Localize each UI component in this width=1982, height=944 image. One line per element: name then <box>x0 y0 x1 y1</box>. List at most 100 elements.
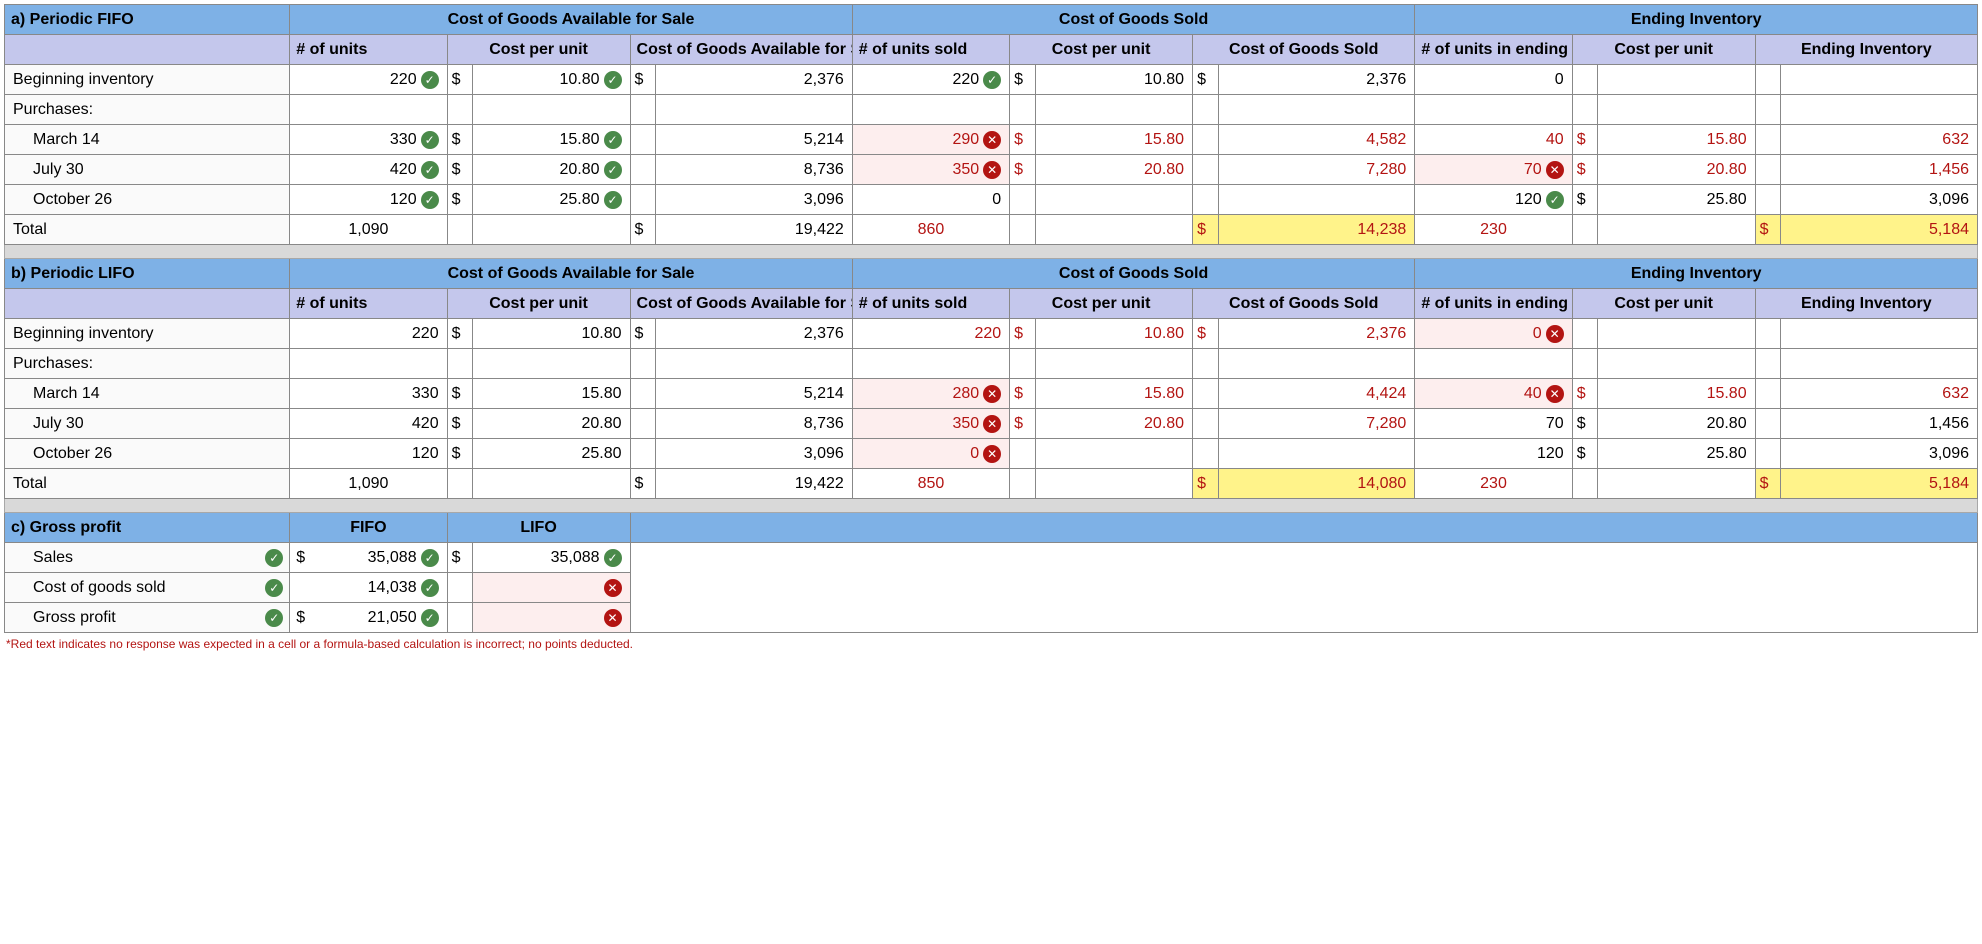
table-row: Purchases: <box>5 95 1978 125</box>
row-label: Total <box>5 215 290 245</box>
cell-value: 7,280 <box>1218 155 1415 185</box>
check-icon: ✓ <box>265 579 283 597</box>
worksheet-table: a) Periodic FIFO Cost of Goods Available… <box>4 4 1978 633</box>
cell-value: 14,080 <box>1218 469 1415 499</box>
dollar-sign: $ <box>1572 409 1598 439</box>
dollar-sign: $ <box>1010 125 1036 155</box>
col-sold: # of units sold <box>852 289 1009 319</box>
dollar-sign: $ <box>296 609 309 627</box>
check-icon: ✓ <box>421 71 439 89</box>
dollar-sign: $ <box>447 185 473 215</box>
cell-value: 7,280 <box>1218 409 1415 439</box>
cell-value: 14,038 <box>296 579 416 597</box>
table-row: March 14 330 $ 15.80 5,214 280✕ $ 15.80 … <box>5 379 1978 409</box>
fifo-group-cogs: Cost of Goods Sold <box>852 5 1415 35</box>
cell-value: 70 <box>1421 161 1541 179</box>
row-label: Sales <box>33 549 261 567</box>
cell-value: 330 <box>296 131 416 149</box>
cell-value: 35,088 <box>309 549 416 567</box>
cell-value: 0 <box>859 445 979 463</box>
cell-value: 1,456 <box>1781 155 1978 185</box>
dollar-sign: $ <box>296 549 309 567</box>
dollar-sign: $ <box>447 543 473 573</box>
table-row: Sales✓ $35,088✓ $ 35,088✓ <box>5 543 1978 573</box>
table-row: Purchases: <box>5 349 1978 379</box>
cell-value: 25.80 <box>473 439 630 469</box>
cross-icon: ✕ <box>983 445 1001 463</box>
dollar-sign: $ <box>1010 319 1036 349</box>
check-icon: ✓ <box>604 71 622 89</box>
cell-value: 20.80 <box>479 161 599 179</box>
dollar-sign: $ <box>1572 379 1598 409</box>
dollar-sign: $ <box>1193 319 1219 349</box>
row-label: Purchases: <box>5 95 290 125</box>
fifo-subhdr-blank <box>5 35 290 65</box>
check-icon: ✓ <box>265 549 283 567</box>
cell-value: 4,582 <box>1218 125 1415 155</box>
dollar-sign: $ <box>447 65 473 95</box>
cell-value: 15.80 <box>479 131 599 149</box>
dollar-sign: $ <box>447 155 473 185</box>
cross-icon: ✕ <box>983 161 1001 179</box>
cell-value: 21,050 <box>309 609 416 627</box>
table-row: July 30 420 $ 20.80 8,736 350✕ $ 20.80 7… <box>5 409 1978 439</box>
table-row: Cost of goods sold✓ 14,038✓ ✕ <box>5 573 1978 603</box>
row-label: Total <box>5 469 290 499</box>
check-icon: ✓ <box>421 161 439 179</box>
row-label: July 30 <box>5 409 290 439</box>
table-row: October 26 120✓ $ 25.80✓ 3,096 0 120✓ $ … <box>5 185 1978 215</box>
dollar-sign: $ <box>447 379 473 409</box>
cell-value: 280 <box>859 385 979 403</box>
cell-value: 350 <box>859 415 979 433</box>
cell-value: 25.80 <box>1598 185 1755 215</box>
cell-value: 2,376 <box>1218 65 1415 95</box>
check-icon: ✓ <box>421 191 439 209</box>
col-cogas: Cost of Goods Available for Sale <box>630 35 852 65</box>
cell-value: 40 <box>1415 125 1572 155</box>
cell-value: 220 <box>296 71 416 89</box>
col-cogs: Cost of Goods Sold <box>1193 35 1415 65</box>
cell-value: 120 <box>1421 191 1541 209</box>
check-icon: ✓ <box>1546 191 1564 209</box>
col-endu: # of units in ending inventory <box>1415 35 1572 65</box>
cell-value: 120 <box>1415 439 1572 469</box>
col-cpu3: Cost per unit <box>1572 289 1755 319</box>
cell-value: 420 <box>290 409 447 439</box>
check-icon: ✓ <box>421 131 439 149</box>
lifo-group-end: Ending Inventory <box>1415 259 1978 289</box>
check-icon: ✓ <box>265 609 283 627</box>
col-cpu: Cost per unit <box>447 289 630 319</box>
table-row: Gross profit✓ $21,050✓ ✕ <box>5 603 1978 633</box>
table-row: Beginning inventory 220✓ $ 10.80✓ $ 2,37… <box>5 65 1978 95</box>
cell-value: 10.80 <box>1035 65 1192 95</box>
dollar-sign: $ <box>1010 379 1036 409</box>
cell-value: 70 <box>1415 409 1572 439</box>
check-icon: ✓ <box>983 71 1001 89</box>
dollar-sign: $ <box>630 65 656 95</box>
cell-value: 5,184 <box>1781 215 1978 245</box>
dollar-sign: $ <box>1755 215 1781 245</box>
cell-value: 1,090 <box>290 469 447 499</box>
cross-icon: ✕ <box>604 609 622 627</box>
cell-value: 1,456 <box>1781 409 1978 439</box>
cell-value: 10.80 <box>473 319 630 349</box>
cell-value: 2,376 <box>1218 319 1415 349</box>
cross-icon: ✕ <box>983 415 1001 433</box>
cell-value: 420 <box>296 161 416 179</box>
cell-value: 220 <box>859 71 979 89</box>
col-units: # of units <box>290 289 447 319</box>
cell-value: 220 <box>852 319 1009 349</box>
cell-value: 14,238 <box>1218 215 1415 245</box>
cell-value: 850 <box>852 469 1009 499</box>
cell-value: 20.80 <box>1598 409 1755 439</box>
cell-value: 19,422 <box>656 469 853 499</box>
cell-value: 2,376 <box>656 319 853 349</box>
cell-value: 20.80 <box>473 409 630 439</box>
dollar-sign: $ <box>630 319 656 349</box>
cell-value: 3,096 <box>656 439 853 469</box>
lifo-group-cogas: Cost of Goods Available for Sale <box>290 259 853 289</box>
cell-value: 8,736 <box>656 155 853 185</box>
dollar-sign: $ <box>1010 155 1036 185</box>
cell-value: 330 <box>290 379 447 409</box>
cross-icon: ✕ <box>1546 385 1564 403</box>
